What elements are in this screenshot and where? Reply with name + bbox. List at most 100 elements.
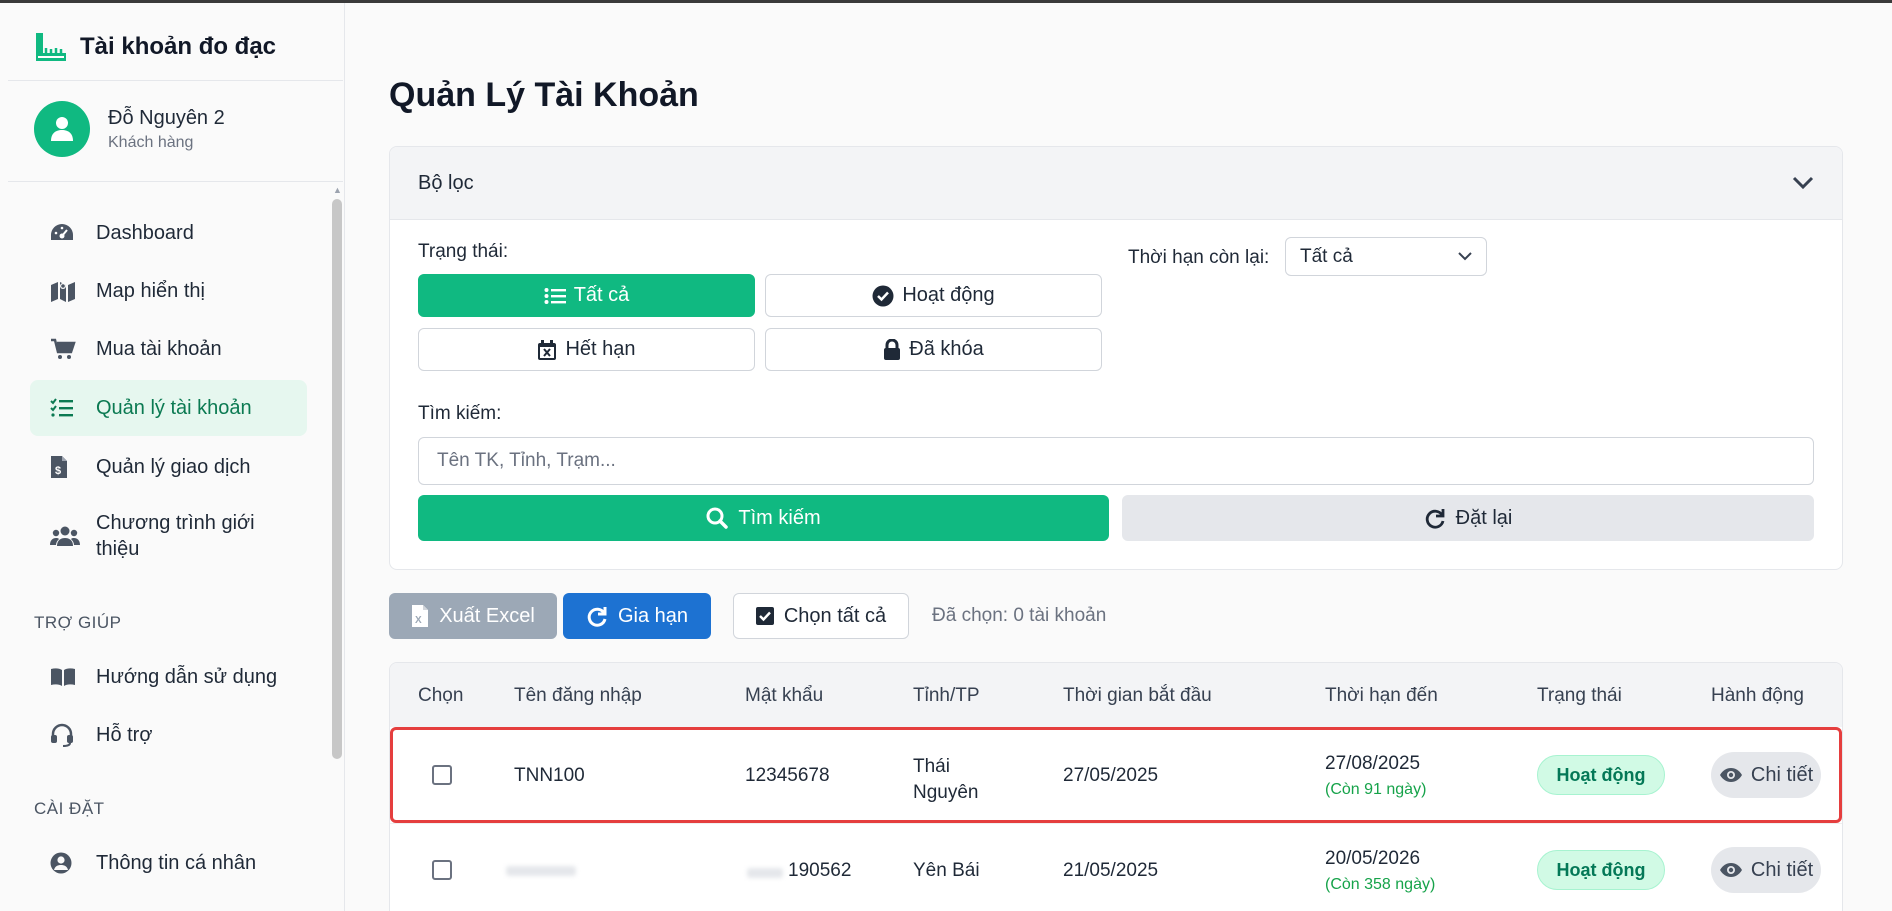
accounts-table: Chọn Tên đăng nhập Mật khẩu Tỉnh/TP Thời…: [389, 662, 1843, 911]
column-header: Tên đăng nhập: [514, 685, 642, 706]
search-button[interactable]: Tìm kiếm: [418, 495, 1109, 541]
cart-icon: [30, 338, 96, 360]
column-header: Mật khẩu: [745, 685, 824, 706]
row-checkbox[interactable]: [432, 765, 452, 785]
filter-panel: Bộ lọc Trạng thái: Tất cả Hoạt động Hết …: [389, 146, 1843, 570]
sidebar-item-guide[interactable]: Hướng dẫn sử dụng: [30, 651, 307, 703]
status-badge: Hoạt động: [1537, 850, 1665, 890]
sidebar-item-transactions[interactable]: $ Quản lý giao dịch: [30, 441, 307, 493]
section-label-settings: CÀI ĐẶT: [34, 799, 105, 818]
end-date: 27/08/2025: [1325, 753, 1421, 774]
book-icon: [30, 667, 96, 687]
column-header: Chọn: [418, 685, 464, 706]
section-label-help: TRỢ GIÚP: [34, 613, 122, 632]
eye-icon: [1719, 863, 1742, 877]
remaining-days: (Còn 358 ngày): [1325, 876, 1436, 893]
search-label: Tìm kiếm:: [418, 403, 502, 424]
filter-header-label: Bộ lọc: [418, 171, 474, 194]
detail-button[interactable]: Chi tiết: [1711, 752, 1821, 798]
remaining-days: (Còn 91 ngày): [1325, 781, 1427, 798]
row-checkbox[interactable]: [432, 860, 452, 880]
user-role: Khách hàng: [108, 133, 194, 151]
avatar: [34, 101, 90, 157]
column-header: Thời hạn đến: [1325, 685, 1438, 706]
chevron-down-icon[interactable]: [1792, 176, 1814, 190]
sidebar-scrollbar[interactable]: [332, 199, 342, 759]
sidebar-item-referral[interactable]: Chương trình giới thiệu: [30, 503, 307, 569]
user-name: Đỗ Nguyên 2: [108, 106, 225, 129]
column-header: Thời gian bắt đầu: [1063, 685, 1212, 706]
table-row[interactable]: TNN100 12345678 Thái Nguyên 27/05/2025 2…: [390, 727, 1842, 823]
sidebar-item-label: Hỗ trợ: [96, 723, 153, 746]
province-line: Nguyên: [913, 782, 979, 803]
renew-button[interactable]: Gia hạn: [563, 593, 711, 639]
password-cell: 12345678: [745, 765, 830, 786]
sidebar-item-label: Hướng dẫn sử dụng: [96, 665, 278, 688]
sidebar-item-support[interactable]: Hỗ trợ: [30, 709, 307, 761]
sidebar: Tài khoản đo đạc Đỗ Nguyên 2 Khách hàng …: [0, 3, 345, 911]
export-excel-button[interactable]: X Xuất Excel: [389, 593, 557, 639]
status-expired-button[interactable]: Hết hạn: [418, 328, 755, 371]
sidebar-item-label: Chương trình giới: [96, 512, 255, 534]
table-row[interactable]: 190562 Yên Bái 21/05/2025 20/05/2026 (Cò…: [390, 823, 1842, 911]
reset-button-label: Đặt lại: [1455, 506, 1513, 529]
column-header: Hành động: [1711, 685, 1804, 706]
filter-header[interactable]: Bộ lọc: [390, 147, 1842, 220]
column-header: Trạng thái: [1537, 685, 1622, 706]
status-active-label: Hoạt động: [902, 284, 995, 306]
sidebar-item-label: thiệu: [96, 538, 140, 560]
end-date: 20/05/2026: [1325, 848, 1421, 869]
lock-icon: [884, 338, 901, 360]
status-locked-label: Đã khóa: [909, 338, 984, 360]
sidebar-item-label: Quản lý giao dịch: [96, 455, 251, 478]
sidebar-item-buy[interactable]: Mua tài khoản: [30, 323, 307, 375]
status-all-button[interactable]: Tất cả: [418, 274, 755, 317]
sidebar-item-account-management[interactable]: Quản lý tài khoản: [30, 380, 307, 436]
svg-text:X: X: [415, 615, 422, 626]
export-excel-label: Xuất Excel: [439, 604, 535, 627]
excel-file-icon: X: [412, 605, 429, 627]
column-header: Tỉnh/TP: [913, 685, 980, 706]
renew-label: Gia hạn: [617, 604, 689, 627]
sidebar-item-label: Map hiển thị: [96, 279, 205, 302]
brand-title: Tài khoản đo đạc: [80, 33, 277, 60]
detail-button[interactable]: Chi tiết: [1711, 847, 1821, 893]
dashboard-gauge-icon: [30, 222, 96, 244]
remaining-time-label: Thời hạn còn lại:: [1128, 247, 1270, 268]
user-icon: [51, 117, 73, 141]
status-locked-button[interactable]: Đã khóa: [765, 328, 1102, 371]
detail-label: Chi tiết: [1750, 763, 1814, 786]
svg-text:$: $: [55, 465, 61, 477]
user-profile[interactable]: Đỗ Nguyên 2 Khách hàng: [34, 101, 225, 157]
province-cell: Thái Nguyên: [913, 754, 979, 806]
checkbox-checked-icon: [755, 607, 774, 625]
redo-icon: [587, 607, 607, 627]
remaining-time-value: Tất cả: [1300, 245, 1353, 267]
sidebar-item-label: Dashboard: [96, 221, 194, 244]
redo-icon: [1425, 509, 1445, 529]
search-button-label: Tìm kiếm: [738, 506, 821, 529]
list-icon: [544, 287, 566, 304]
user-circle-icon: [30, 852, 96, 874]
scroll-up-icon[interactable]: ▲: [333, 185, 342, 195]
status-expired-label: Hết hạn: [565, 338, 636, 360]
users-icon: [30, 525, 96, 547]
headset-icon: [30, 723, 96, 747]
status-active-button[interactable]: Hoạt động: [765, 274, 1102, 317]
search-input[interactable]: [418, 437, 1814, 485]
search-icon: [706, 507, 729, 529]
sidebar-item-label: Mua tài khoản: [96, 337, 222, 360]
reset-button[interactable]: Đặt lại: [1122, 495, 1814, 541]
sidebar-item-map[interactable]: Map hiển thị: [30, 265, 307, 317]
brand[interactable]: Tài khoản đo đạc: [34, 29, 276, 65]
sidebar-item-label: Thông tin cá nhân: [96, 851, 257, 874]
end-date-cell: 20/05/2026 (Còn 358 ngày): [1325, 848, 1435, 894]
password-cell: 190562: [788, 860, 852, 881]
status-label: Trạng thái:: [418, 241, 509, 262]
select-all-button[interactable]: Chọn tất cả: [733, 593, 909, 639]
calendar-x-icon: [538, 339, 557, 360]
sidebar-item-dashboard[interactable]: Dashboard: [30, 207, 307, 259]
sidebar-item-profile[interactable]: Thông tin cá nhân: [30, 837, 307, 889]
detail-label: Chi tiết: [1750, 858, 1814, 881]
remaining-time-select[interactable]: Tất cả: [1285, 237, 1487, 276]
